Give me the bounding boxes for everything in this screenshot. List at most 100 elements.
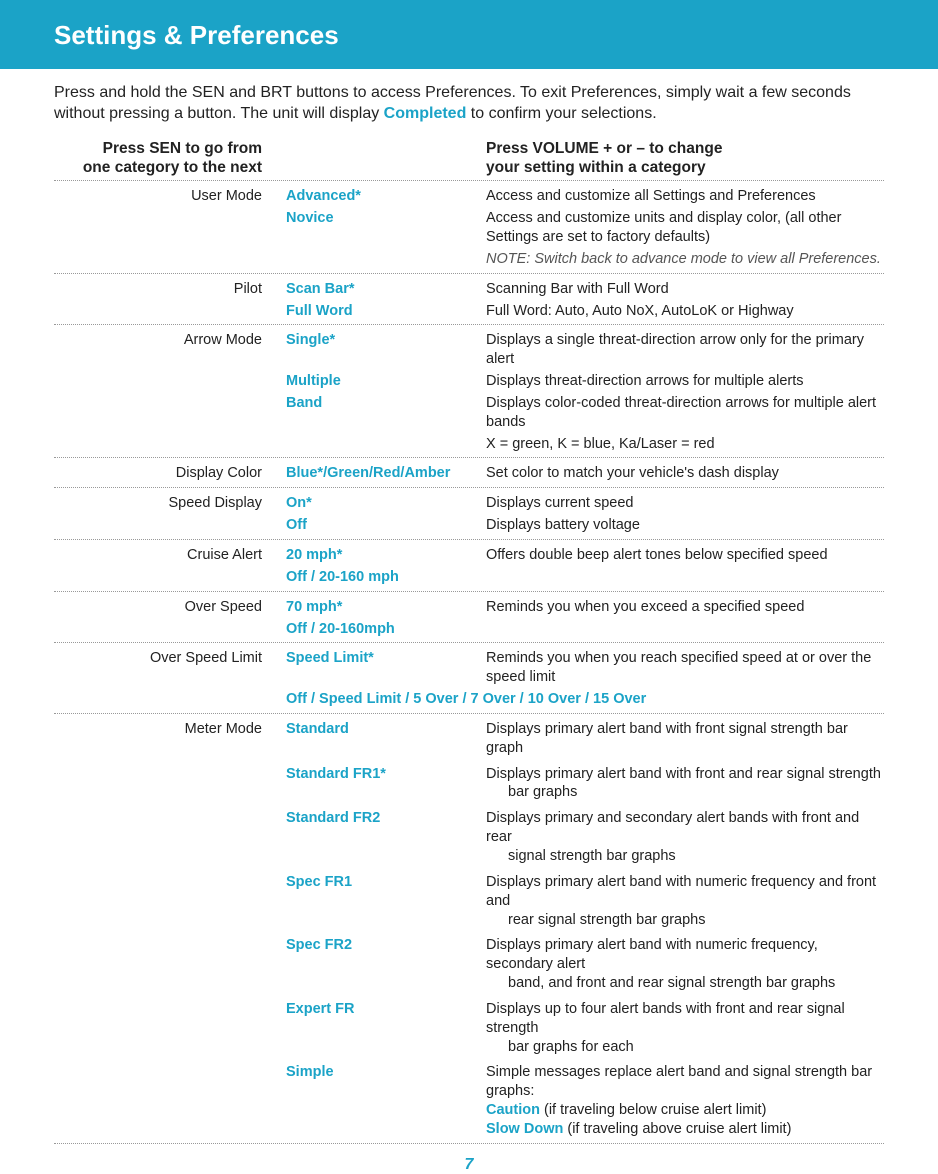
option-value: 20 mph* — [286, 546, 486, 565]
row-cruise-alert-2: Off / 20-160 mph — [54, 566, 884, 588]
divider — [54, 1143, 884, 1144]
header-right-line2: your setting within a category — [486, 158, 884, 177]
row-over-speed-limit: Over Speed Limit Speed Limit* Reminds yo… — [54, 647, 884, 688]
option-description: Reminds you when you reach specified spe… — [486, 649, 884, 687]
row-meter-spec2: Spec FR2 Displays primary alert band wit… — [54, 934, 884, 994]
option-description: Displays current speed — [486, 494, 884, 513]
caution-word: Caution — [486, 1102, 540, 1118]
divider — [54, 180, 884, 181]
desc-line1: Displays primary alert band with numeric… — [486, 874, 876, 909]
row-meter-fr1: Standard FR1* Displays primary alert ban… — [54, 763, 884, 804]
desc-line1: Displays primary alert band with numeric… — [486, 937, 818, 972]
divider — [54, 642, 884, 643]
row-display-color: Display Color Blue*/Green/Red/Amber Set … — [54, 462, 884, 484]
option-value: Full Word — [286, 302, 486, 321]
row-user-mode-2: Novice Access and customize units and di… — [54, 207, 884, 248]
row-meter-fr2: Standard FR2 Displays primary and second… — [54, 807, 884, 867]
option-value: Scan Bar* — [286, 280, 486, 299]
desc-line2: bar graphs — [486, 784, 577, 800]
option-value: Standard FR2 — [286, 809, 486, 828]
option-value: 70 mph* — [286, 598, 486, 617]
header-left-line2: one category to the next — [54, 158, 262, 177]
option-value: Single* — [286, 331, 486, 350]
option-description: Scanning Bar with Full Word — [486, 280, 884, 299]
row-cruise-alert: Cruise Alert 20 mph* Offers double beep … — [54, 544, 884, 566]
desc-line2: bar graphs for each — [486, 1039, 634, 1055]
option-note: NOTE: Switch back to advance mode to vie… — [486, 250, 884, 269]
option-value: Band — [286, 394, 486, 413]
row-user-mode-note: NOTE: Switch back to advance mode to vie… — [54, 248, 884, 270]
header-right-line1: Press VOLUME + or – to change — [486, 139, 884, 158]
option-value: Off / 20-160mph — [286, 620, 884, 639]
option-description: Displays threat-direction arrows for mul… — [486, 372, 884, 391]
title-banner: Settings & Preferences — [0, 0, 938, 69]
row-over-speed-limit-2: Off / Speed Limit / 5 Over / 7 Over / 10… — [54, 688, 884, 710]
desc-line2: rear signal strength bar graphs — [486, 912, 705, 928]
intro-text-2: to confirm your selections. — [466, 105, 656, 122]
divider — [54, 457, 884, 458]
row-meter-spec1: Spec FR1 Displays primary alert band wit… — [54, 871, 884, 931]
row-arrow-4: X = green, K = blue, Ka/Laser = red — [54, 433, 884, 455]
option-description: Displays primary alert band with front s… — [486, 720, 884, 758]
row-meter-standard: Meter Mode Standard Displays primary ale… — [54, 718, 884, 759]
row-arrow-3: Band Displays color-coded threat-directi… — [54, 392, 884, 433]
row-pilot: Pilot Scan Bar* Scanning Bar with Full W… — [54, 278, 884, 300]
option-description: X = green, K = blue, Ka/Laser = red — [486, 435, 884, 454]
option-description: Set color to match your vehicle's dash d… — [486, 464, 884, 483]
category-label: Pilot — [54, 280, 286, 299]
option-description: Displays primary and secondary alert ban… — [486, 809, 884, 866]
option-description: Full Word: Auto, Auto NoX, AutoLoK or Hi… — [486, 302, 884, 321]
option-value: Expert FR — [286, 1000, 486, 1019]
option-value: Off / 20-160 mph — [286, 568, 884, 587]
divider — [54, 273, 884, 274]
desc-line1: Displays primary and secondary alert ban… — [486, 810, 859, 845]
category-label: Over Speed Limit — [54, 649, 286, 668]
option-value: Blue*/Green/Red/Amber — [286, 464, 486, 483]
desc-line1: Displays up to four alert bands with fro… — [486, 1001, 845, 1036]
divider — [54, 324, 884, 325]
option-description: Simple messages replace alert band and s… — [486, 1063, 884, 1138]
option-description: Reminds you when you exceed a specified … — [486, 598, 884, 617]
option-value: Spec FR1 — [286, 873, 486, 892]
option-description: Offers double beep alert tones below spe… — [486, 546, 884, 565]
row-user-mode: User Mode Advanced* Access and customize… — [54, 185, 884, 207]
row-speed-display: Speed Display On* Displays current speed — [54, 492, 884, 514]
row-pilot-2: Full Word Full Word: Auto, Auto NoX, Aut… — [54, 300, 884, 322]
desc-line2: band, and front and rear signal strength… — [486, 975, 835, 991]
header-left-line1: Press SEN to go from — [54, 139, 262, 158]
row-over-speed: Over Speed 70 mph* Reminds you when you … — [54, 596, 884, 618]
category-label: Meter Mode — [54, 720, 286, 739]
option-value: Off — [286, 516, 486, 535]
option-description: Displays primary alert band with front a… — [486, 765, 884, 803]
option-value: Multiple — [286, 372, 486, 391]
category-label: Over Speed — [54, 598, 286, 617]
header-left: Press SEN to go from one category to the… — [54, 139, 286, 178]
content-area: Press and hold the SEN and BRT buttons t… — [0, 83, 938, 1174]
option-description: Displays up to four alert bands with fro… — [486, 1000, 884, 1057]
option-value: Speed Limit* — [286, 649, 486, 668]
option-value: On* — [286, 494, 486, 513]
page-title: Settings & Preferences — [54, 20, 938, 51]
option-value: Simple — [286, 1063, 486, 1082]
divider — [54, 487, 884, 488]
option-description: Access and customize units and display c… — [486, 209, 884, 247]
row-arrow-2: Multiple Displays threat-direction arrow… — [54, 370, 884, 392]
intro-paragraph: Press and hold the SEN and BRT buttons t… — [54, 83, 884, 125]
category-label: Speed Display — [54, 494, 286, 513]
category-label: Cruise Alert — [54, 546, 286, 565]
option-value: Novice — [286, 209, 486, 228]
header-mid-spacer — [286, 139, 486, 178]
row-meter-expert: Expert FR Displays up to four alert band… — [54, 998, 884, 1058]
category-label: User Mode — [54, 187, 286, 206]
option-description: Access and customize all Settings and Pr… — [486, 187, 884, 206]
category-label: Arrow Mode — [54, 331, 286, 350]
desc-line1: Simple messages replace alert band and s… — [486, 1064, 872, 1099]
option-description: Displays battery voltage — [486, 516, 884, 535]
row-arrow: Arrow Mode Single* Displays a single thr… — [54, 329, 884, 370]
slowdown-word: Slow Down — [486, 1121, 563, 1137]
header-right: Press VOLUME + or – to change your setti… — [486, 139, 884, 178]
divider — [54, 539, 884, 540]
category-label: Display Color — [54, 464, 286, 483]
desc-line2: signal strength bar graphs — [486, 848, 676, 864]
column-headers: Press SEN to go from one category to the… — [54, 139, 884, 178]
